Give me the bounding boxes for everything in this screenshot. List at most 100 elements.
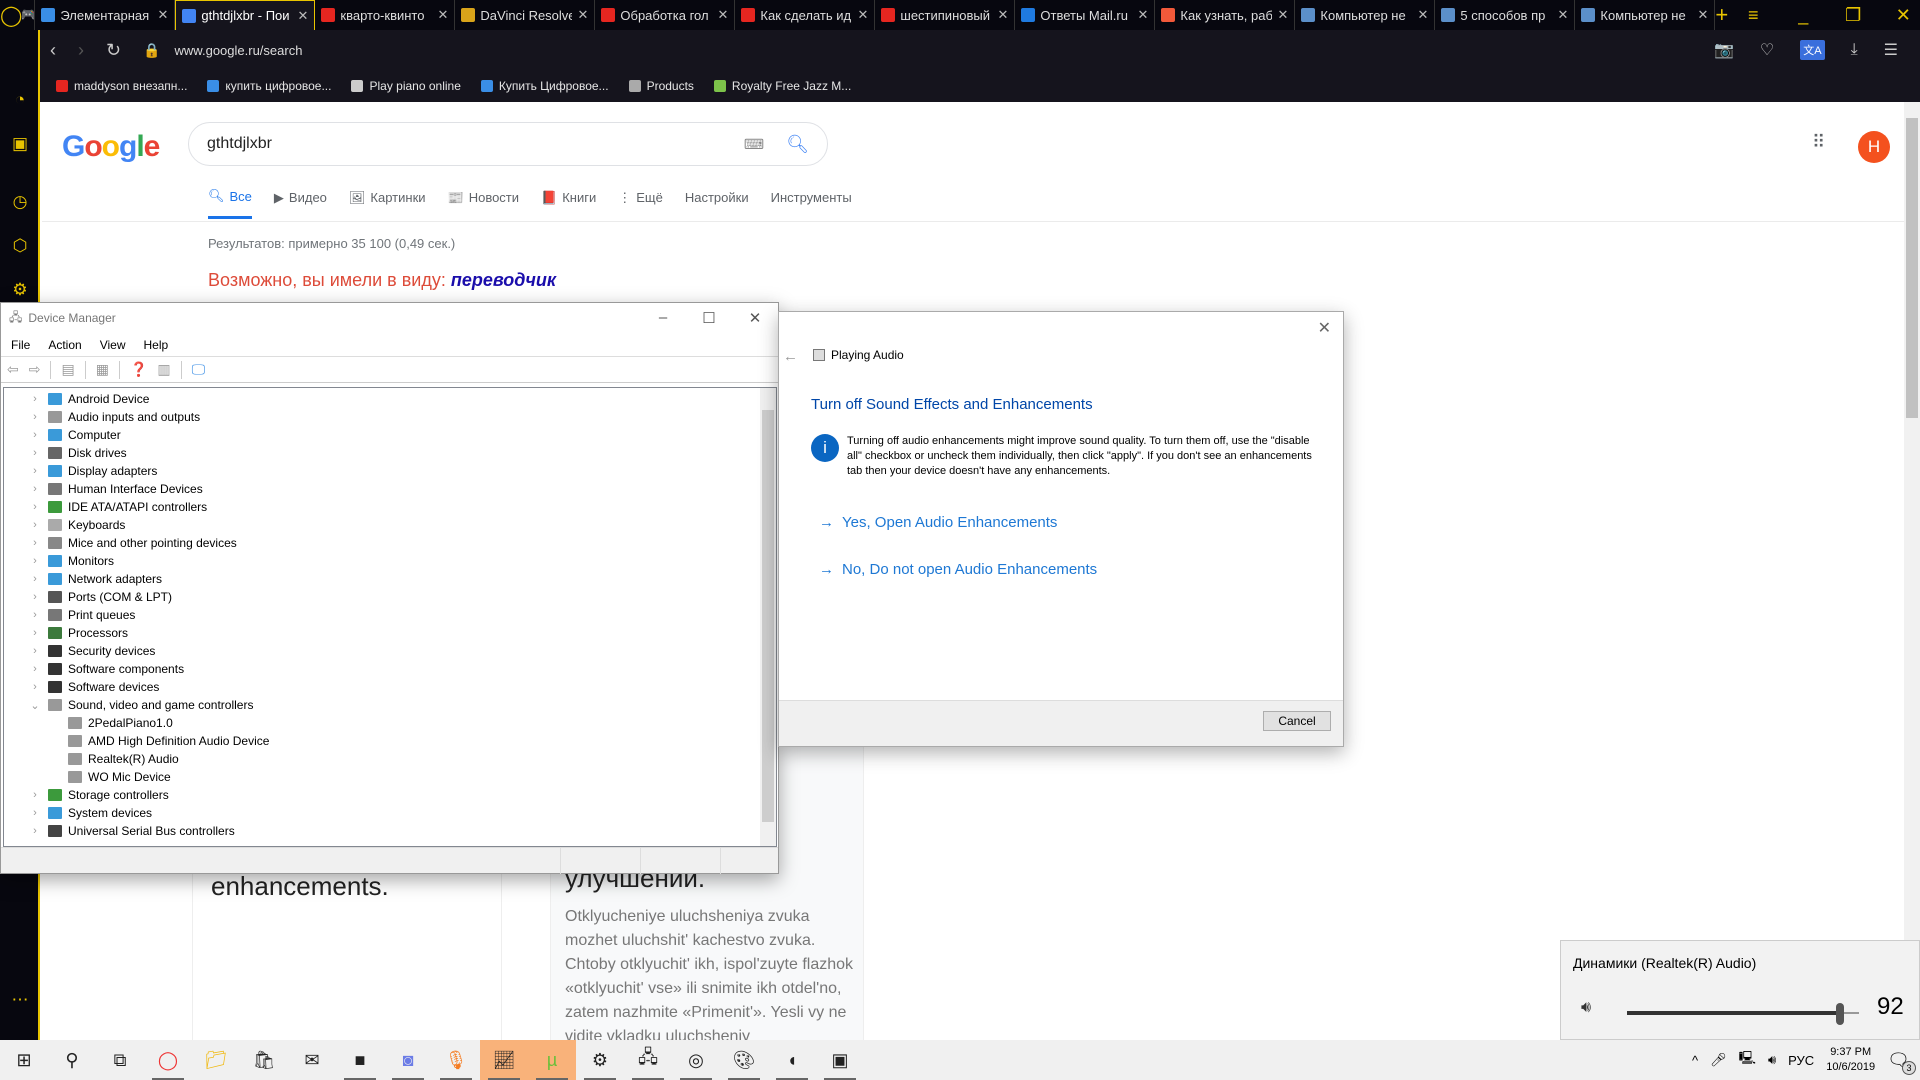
properties-icon[interactable]: ▦ (96, 361, 109, 378)
search-tab[interactable]: 🖼 Картинки (349, 188, 426, 219)
settings-icon[interactable]: ⚙ (576, 1040, 624, 1080)
browser-tab[interactable]: Компьютер не ✕ (1295, 0, 1436, 30)
device-category[interactable]: › Storage controllers (4, 786, 776, 804)
volume-icon[interactable]: 🔊︎ (1768, 1052, 1776, 1068)
device-category[interactable]: › Audio inputs and outputs (4, 408, 776, 426)
search-icon[interactable]: 🔍︎ (786, 134, 809, 155)
gx-control-icon[interactable]: 🎮 (22, 0, 36, 30)
sound-icon[interactable]: ◖ (768, 1040, 816, 1080)
chevron-right-icon[interactable]: › (28, 393, 42, 405)
suggestion-link[interactable]: переводчик (451, 270, 556, 290)
chevron-right-icon[interactable]: › (28, 447, 42, 459)
search-icon[interactable]: ⚲ (48, 1040, 96, 1080)
translate-icon[interactable]: 文A (1800, 40, 1825, 60)
tab-close-icon[interactable]: ✕ (577, 7, 588, 23)
bookmark-item[interactable]: Royalty Free Jazz M... (713, 79, 851, 93)
menu-item[interactable]: Help (144, 338, 169, 352)
chevron-right-icon[interactable]: › (28, 663, 42, 675)
tab-close-icon[interactable]: ✕ (717, 7, 728, 23)
task-view-icon[interactable]: ⧉ (96, 1040, 144, 1080)
restore-button[interactable]: ❐ (1828, 5, 1878, 26)
device-category[interactable]: › Display adapters (4, 462, 776, 480)
scrollbar-thumb[interactable] (1906, 118, 1918, 418)
scrollbar-thumb[interactable] (762, 410, 774, 822)
page-scrollbar[interactable] (1904, 102, 1920, 1048)
tab-close-icon[interactable]: ✕ (857, 7, 868, 23)
network-icon[interactable]: 🖳 (1739, 1049, 1756, 1071)
speed-dial-icon[interactable]: ◔ (10, 90, 30, 110)
back-arrow-icon[interactable]: ← (783, 348, 798, 365)
device-category[interactable]: › Disk drives (4, 444, 776, 462)
device-category[interactable]: › IDE ATA/ATAPI controllers (4, 498, 776, 516)
back-icon[interactable]: ⇦ (7, 361, 19, 378)
maximize-button[interactable]: ☐ (686, 309, 732, 327)
device-item[interactable]: AMD High Definition Audio Device (4, 732, 776, 750)
search-tab[interactable]: Инструменты (771, 188, 852, 219)
bookmark-item[interactable]: Products (628, 79, 694, 93)
avatar[interactable]: H (1858, 131, 1890, 163)
chevron-right-icon[interactable]: › (28, 807, 42, 819)
device-category[interactable]: ⌄ Sound, video and game controllers (4, 696, 776, 714)
keyboard-icon[interactable]: ⌨ (744, 136, 764, 153)
microphone-app-icon[interactable]: 🎙︎ (432, 1040, 480, 1080)
cancel-button[interactable]: Cancel (1263, 711, 1331, 731)
device-category[interactable]: › Print queues (4, 606, 776, 624)
yes-open-enhancements-option[interactable]: → Yes, Open Audio Enhancements (819, 514, 1057, 531)
device-category[interactable]: › Android Device (4, 390, 776, 408)
davinci-icon[interactable]: ■ (336, 1040, 384, 1080)
browser-tab[interactable]: gthtdjlxbr - Пои ✕ (175, 0, 316, 30)
tab-close-icon[interactable]: ✕ (1417, 7, 1428, 23)
forward-icon[interactable]: › (78, 40, 84, 61)
new-tab-button[interactable]: + (1715, 2, 1728, 28)
google-logo[interactable]: Google (62, 130, 160, 164)
chevron-right-icon[interactable]: › (28, 789, 42, 801)
history-icon[interactable]: ◷ (10, 192, 30, 212)
show-hidden-icons[interactable]: ^ (1692, 1053, 1698, 1068)
device-item[interactable]: Realtek(R) Audio (4, 750, 776, 768)
chevron-right-icon[interactable]: › (28, 681, 42, 693)
volume-slider-thumb[interactable] (1836, 1003, 1845, 1025)
action-center-icon[interactable]: 🗨 3 (1887, 1050, 1916, 1075)
forward-icon[interactable]: ⇨ (29, 361, 41, 378)
close-icon[interactable]: ✕ (1318, 318, 1331, 338)
device-category[interactable]: › Ports (COM & LPT) (4, 588, 776, 606)
device-item[interactable]: WO Mic Device (4, 768, 776, 786)
search-query[interactable]: gthtdjlxbr (207, 135, 744, 153)
show-hide-console-tree-icon[interactable]: ▤ (61, 361, 74, 378)
mail-icon[interactable]: ✉ (288, 1040, 336, 1080)
media-icon[interactable]: ◎ (672, 1040, 720, 1080)
more-icon[interactable]: ⋯ (10, 990, 30, 1010)
close-button[interactable]: ✕ (1878, 5, 1920, 26)
browser-tab[interactable]: Элементарная ✕ (35, 0, 176, 30)
tab-close-icon[interactable]: ✕ (157, 7, 168, 23)
device-category[interactable]: › Security devices (4, 642, 776, 660)
speaker-icon[interactable]: 🔊︎ (1581, 999, 1591, 1017)
chevron-right-icon[interactable]: › (28, 609, 42, 621)
reload-icon[interactable]: ↻ (106, 40, 121, 61)
action-pane-icon[interactable]: ▥ (157, 361, 170, 378)
device-category[interactable]: › Processors (4, 624, 776, 642)
device-item[interactable]: 2PedalPiano1.0 (4, 714, 776, 732)
extensions-icon[interactable]: ⬡ (10, 236, 30, 256)
device-manager-taskbar-icon[interactable]: 🖧 (624, 1040, 672, 1080)
tab-close-icon[interactable]: ✕ (1557, 7, 1568, 23)
chevron-right-icon[interactable]: › (28, 429, 42, 441)
tree-scrollbar[interactable] (760, 388, 776, 846)
browser-tab[interactable]: DaVinci Resolve ✕ (455, 0, 596, 30)
browser-tab[interactable]: Как сделать ид ✕ (735, 0, 876, 30)
browser-tab[interactable]: Обработка гол ✕ (595, 0, 736, 30)
download-icon[interactable]: ⤓ (1851, 41, 1858, 59)
chevron-right-icon[interactable]: › (28, 519, 42, 531)
device-category[interactable]: › Software components (4, 660, 776, 678)
tab-close-icon[interactable]: ✕ (437, 7, 448, 23)
easy-setup-icon[interactable]: ☰ (1884, 40, 1898, 60)
store-icon[interactable]: 🛍︎ (240, 1040, 288, 1080)
opera-menu-icon[interactable]: ◯ (0, 0, 22, 30)
bookmark-item[interactable]: купить цифровое... (207, 79, 331, 93)
search-input[interactable]: gthtdjlxbr ⌨ 🔍︎ (188, 122, 828, 166)
search-tab[interactable]: 📕 Книги (541, 188, 596, 219)
tab-menu-icon[interactable]: ≡ (1728, 5, 1778, 26)
device-category[interactable]: › System devices (4, 804, 776, 822)
tab-close-icon[interactable]: ✕ (1697, 7, 1708, 23)
chevron-right-icon[interactable]: › (28, 591, 42, 603)
